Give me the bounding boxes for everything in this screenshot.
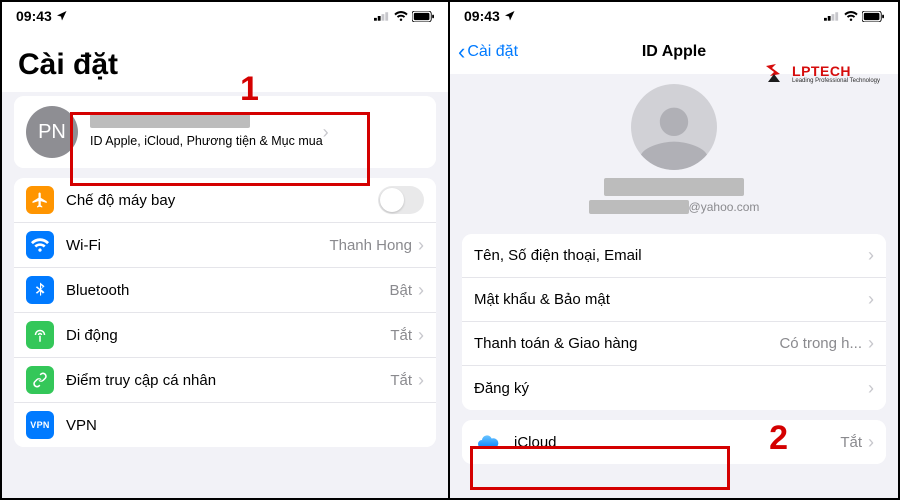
chevron-right-icon: ›: [868, 289, 874, 310]
bluetooth-icon: [26, 276, 54, 304]
row-value: Có trong h...: [779, 335, 862, 352]
chevron-right-icon: ›: [418, 235, 424, 256]
row-payment-shipping[interactable]: Thanh toán & Giao hàng Có trong h... ›: [462, 322, 886, 366]
row-label: Mật khẩu & Bảo mật: [474, 291, 868, 308]
row-vpn[interactable]: VPN VPN: [14, 403, 436, 447]
airplane-toggle[interactable]: [378, 186, 424, 214]
chevron-right-icon: ›: [418, 325, 424, 346]
signal-icon: [374, 11, 390, 21]
row-label: Chế độ máy bay: [66, 192, 378, 209]
chevron-right-icon: ›: [418, 280, 424, 301]
chevron-right-icon: ›: [323, 122, 329, 143]
lptech-logo-icon: [762, 62, 786, 86]
account-name-redacted: [604, 178, 744, 196]
chevron-left-icon: ‹: [458, 41, 465, 63]
row-password-security[interactable]: Mật khẩu & Bảo mật ›: [462, 278, 886, 322]
back-label: Cài đặt: [467, 43, 518, 61]
signal-icon: [824, 11, 840, 21]
status-bar: 09:43: [2, 2, 448, 30]
chevron-right-icon: ›: [868, 333, 874, 354]
screenshot-settings-root: 09:43 Cài đặt PN: [2, 2, 450, 498]
annotation-number-1: 1: [240, 70, 259, 109]
page-title: Cài đặt: [2, 30, 448, 92]
row-hotspot[interactable]: Điểm truy cập cá nhân Tắt ›: [14, 358, 436, 403]
row-label: Thanh toán & Giao hàng: [474, 335, 779, 352]
row-label: Điểm truy cập cá nhân: [66, 372, 390, 389]
vpn-icon: VPN: [26, 411, 54, 439]
row-label: iCloud: [514, 434, 840, 451]
location-icon: [504, 10, 516, 22]
watermark-tagline: Leading Professional Technology: [792, 78, 880, 84]
row-bluetooth[interactable]: Bluetooth Bật ›: [14, 268, 436, 313]
back-button[interactable]: ‹ Cài đặt: [458, 41, 518, 63]
wifi-icon: [844, 11, 858, 21]
row-label: Wi-Fi: [66, 237, 329, 254]
row-cellular[interactable]: Di động Tắt ›: [14, 313, 436, 358]
row-label: Tên, Số điện thoại, Email: [474, 247, 868, 264]
annotation-number-2: 2: [769, 419, 788, 458]
watermark: LPTECH Leading Professional Technology: [762, 62, 880, 86]
status-time: 09:43: [464, 8, 500, 24]
icloud-icon: [474, 428, 502, 456]
apple-id-profile: xxxxxxxxxxxxxxxx@yahoo.com: [450, 74, 898, 228]
antenna-icon: [26, 321, 54, 349]
row-icloud[interactable]: iCloud Tắt ›: [462, 420, 886, 464]
status-bar: 09:43: [450, 2, 898, 30]
avatar: PN: [26, 106, 78, 158]
location-icon: [56, 10, 68, 22]
row-value: Tắt: [840, 434, 862, 451]
row-value: Thanh Hong: [329, 237, 412, 254]
row-label: VPN: [66, 417, 424, 434]
row-wifi[interactable]: Wi-Fi Thanh Hong ›: [14, 223, 436, 268]
row-value: Bật: [389, 282, 412, 299]
wifi-icon: [394, 11, 408, 21]
airplane-icon: [26, 186, 54, 214]
row-label: Di động: [66, 327, 390, 344]
row-label: Đăng ký: [474, 380, 868, 397]
wifi-icon: [26, 231, 54, 259]
chevron-right-icon: ›: [868, 432, 874, 453]
row-airplane-mode[interactable]: Chế độ máy bay: [14, 178, 436, 223]
screenshot-apple-id: 09:43 ‹ Cài đặt: [450, 2, 898, 498]
row-subscriptions[interactable]: Đăng ký ›: [462, 366, 886, 410]
row-value: Tắt: [390, 372, 412, 389]
link-icon: [26, 366, 54, 394]
avatar-placeholder-icon: [631, 84, 717, 170]
apple-id-row[interactable]: PN ID Apple, iCloud, Phương tiện & Mục m…: [14, 96, 436, 168]
account-email: xxxxxxxxxxxxxxxx@yahoo.com: [450, 200, 898, 214]
chevron-right-icon: ›: [418, 370, 424, 391]
chevron-right-icon: ›: [868, 245, 874, 266]
account-name-redacted: [90, 114, 250, 128]
battery-icon: [412, 11, 434, 22]
row-name-phone-email[interactable]: Tên, Số điện thoại, Email ›: [462, 234, 886, 278]
row-label: Bluetooth: [66, 282, 389, 299]
row-value: Tắt: [390, 327, 412, 344]
battery-icon: [862, 11, 884, 22]
chevron-right-icon: ›: [868, 378, 874, 399]
status-time: 09:43: [16, 8, 52, 24]
account-subtitle: ID Apple, iCloud, Phương tiện & Mục mua: [90, 134, 323, 150]
watermark-brand: LPTECH: [792, 64, 880, 78]
